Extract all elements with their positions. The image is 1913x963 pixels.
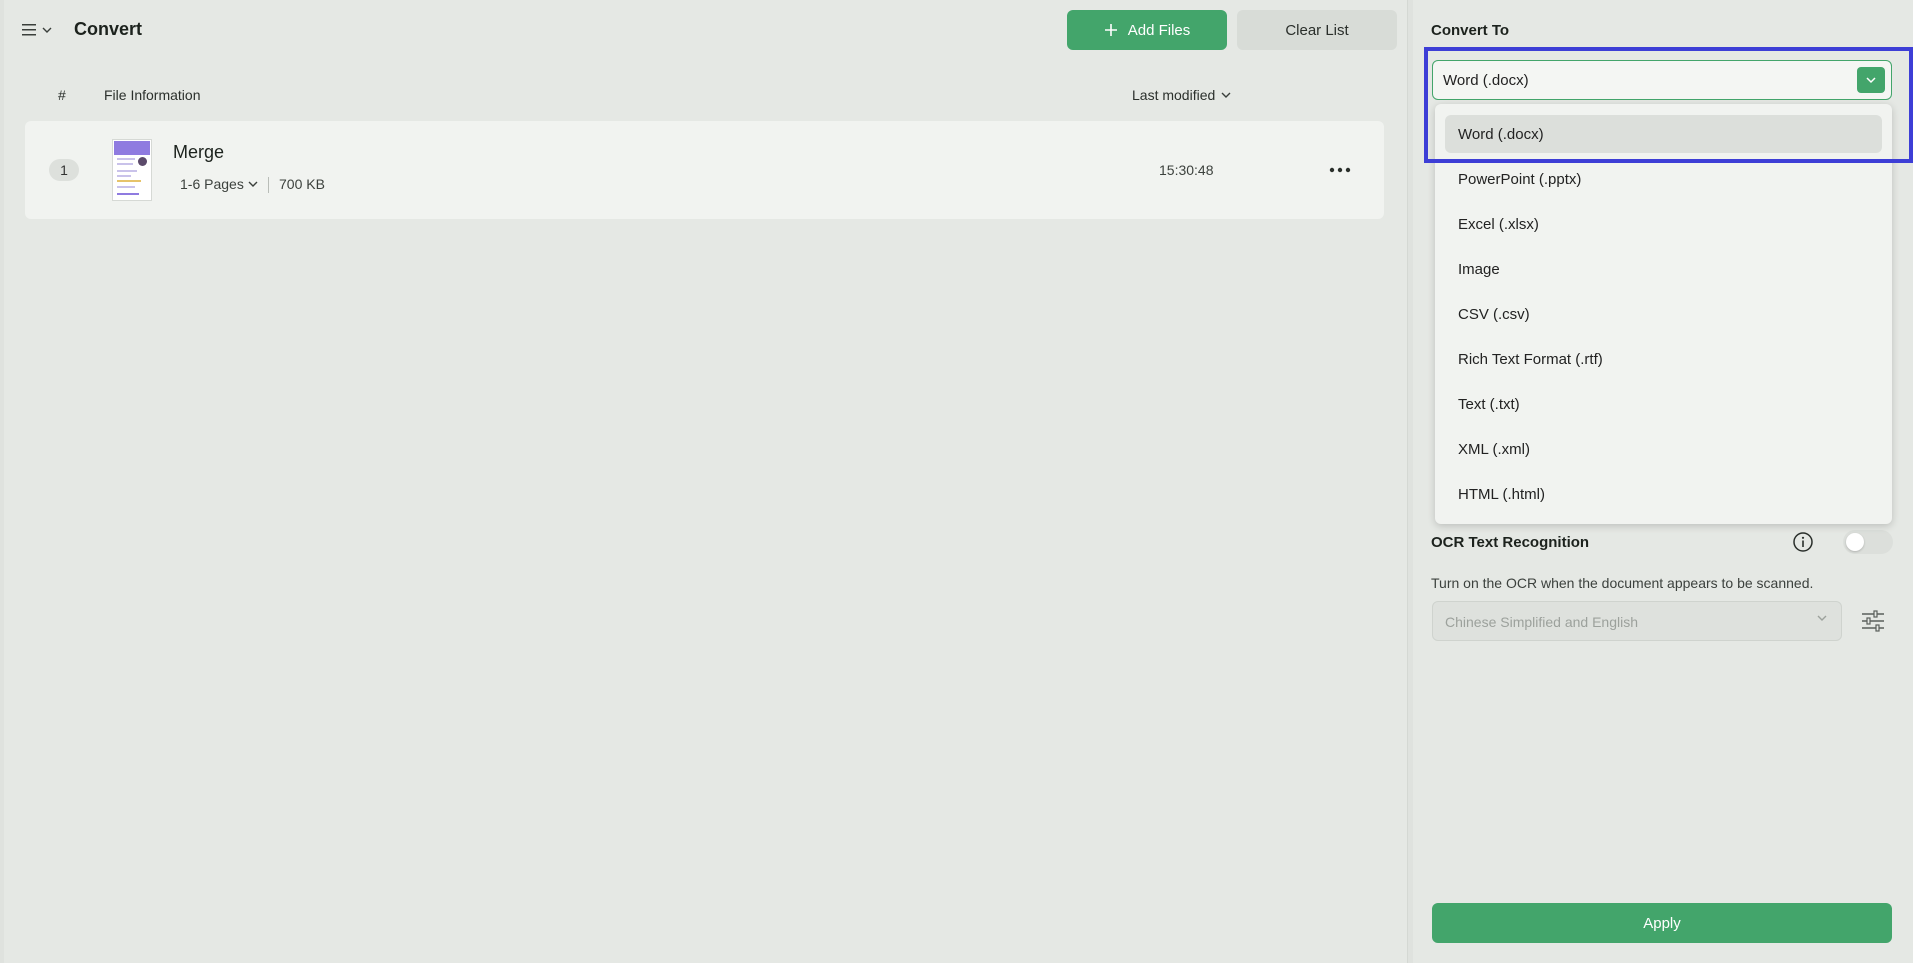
- convert-to-label: Convert To: [1431, 22, 1510, 39]
- format-option-image[interactable]: Image: [1445, 250, 1882, 288]
- ocr-language-select[interactable]: Chinese Simplified and English: [1432, 601, 1842, 641]
- format-option-xlsx[interactable]: Excel (.xlsx): [1445, 205, 1882, 243]
- chevron-down-icon: [1866, 77, 1876, 84]
- table-row[interactable]: 1 Merge 1-6 Pages 700 KB 15:30:48: [25, 121, 1384, 219]
- chevron-down-icon: [1221, 92, 1231, 98]
- format-option-pptx[interactable]: PowerPoint (.pptx): [1445, 160, 1882, 198]
- ocr-label: OCR Text Recognition: [1431, 534, 1590, 551]
- format-option-html[interactable]: HTML (.html): [1445, 475, 1882, 513]
- page-title: Convert: [74, 19, 143, 39]
- more-horizontal-icon: [1329, 167, 1351, 173]
- format-option-csv[interactable]: CSV (.csv): [1445, 295, 1882, 333]
- format-dropdown-menu: Word (.docx) PowerPoint (.pptx) Excel (.…: [1435, 104, 1892, 524]
- page-range-dropdown[interactable]: 1-6 Pages: [180, 176, 258, 192]
- apply-label: Apply: [1643, 914, 1681, 932]
- list-header: # File Information Last modified: [4, 82, 1407, 110]
- sliders-icon[interactable]: [1860, 608, 1886, 634]
- sort-label: Last modified: [1132, 87, 1216, 103]
- info-icon[interactable]: [1792, 531, 1814, 553]
- format-select[interactable]: Word (.docx): [1432, 60, 1892, 100]
- chevron-down-icon: [42, 27, 52, 33]
- file-modified-time: 15:30:48: [1159, 162, 1214, 178]
- format-option-txt[interactable]: Text (.txt): [1445, 385, 1882, 423]
- format-select-value: Word (.docx): [1443, 72, 1529, 89]
- col-info-header: File Information: [104, 87, 201, 103]
- menu-button[interactable]: [22, 18, 62, 42]
- file-thumbnail: [112, 139, 152, 201]
- clear-list-label: Clear List: [1285, 21, 1349, 39]
- row-index: 1: [49, 159, 79, 181]
- file-size: 700 KB: [279, 176, 325, 192]
- add-files-button[interactable]: Add Files: [1067, 10, 1227, 50]
- main-panel: Convert Add Files Clear List # File Info…: [4, 0, 1408, 963]
- divider: [268, 177, 269, 193]
- ocr-language-value: Chinese Simplified and English: [1445, 614, 1638, 630]
- format-option-rtf[interactable]: Rich Text Format (.rtf): [1445, 340, 1882, 378]
- chevron-down-icon: [248, 181, 258, 187]
- format-option-docx[interactable]: Word (.docx): [1445, 115, 1882, 153]
- page-range-label: 1-6 Pages: [180, 176, 244, 192]
- ocr-toggle[interactable]: [1843, 530, 1893, 554]
- format-option-xml[interactable]: XML (.xml): [1445, 430, 1882, 468]
- file-name: Merge: [173, 142, 225, 162]
- format-select-toggle[interactable]: [1857, 67, 1885, 93]
- ocr-description: Turn on the OCR when the document appear…: [1431, 575, 1814, 591]
- col-index-header: #: [58, 87, 66, 103]
- toggle-knob: [1846, 533, 1864, 551]
- add-files-label: Add Files: [1127, 21, 1191, 39]
- side-panel: Convert To Word (.docx) Word (.docx) Pow…: [1413, 0, 1913, 963]
- topbar: Convert Add Files Clear List: [4, 0, 1407, 60]
- hamburger-icon: [22, 24, 36, 36]
- sort-dropdown[interactable]: Last modified: [1132, 87, 1231, 103]
- chevron-down-icon: [1817, 615, 1827, 621]
- clear-list-button[interactable]: Clear List: [1237, 10, 1397, 50]
- more-options-button[interactable]: [1325, 157, 1355, 183]
- plus-icon: [1104, 24, 1117, 36]
- apply-button[interactable]: Apply: [1432, 903, 1892, 943]
